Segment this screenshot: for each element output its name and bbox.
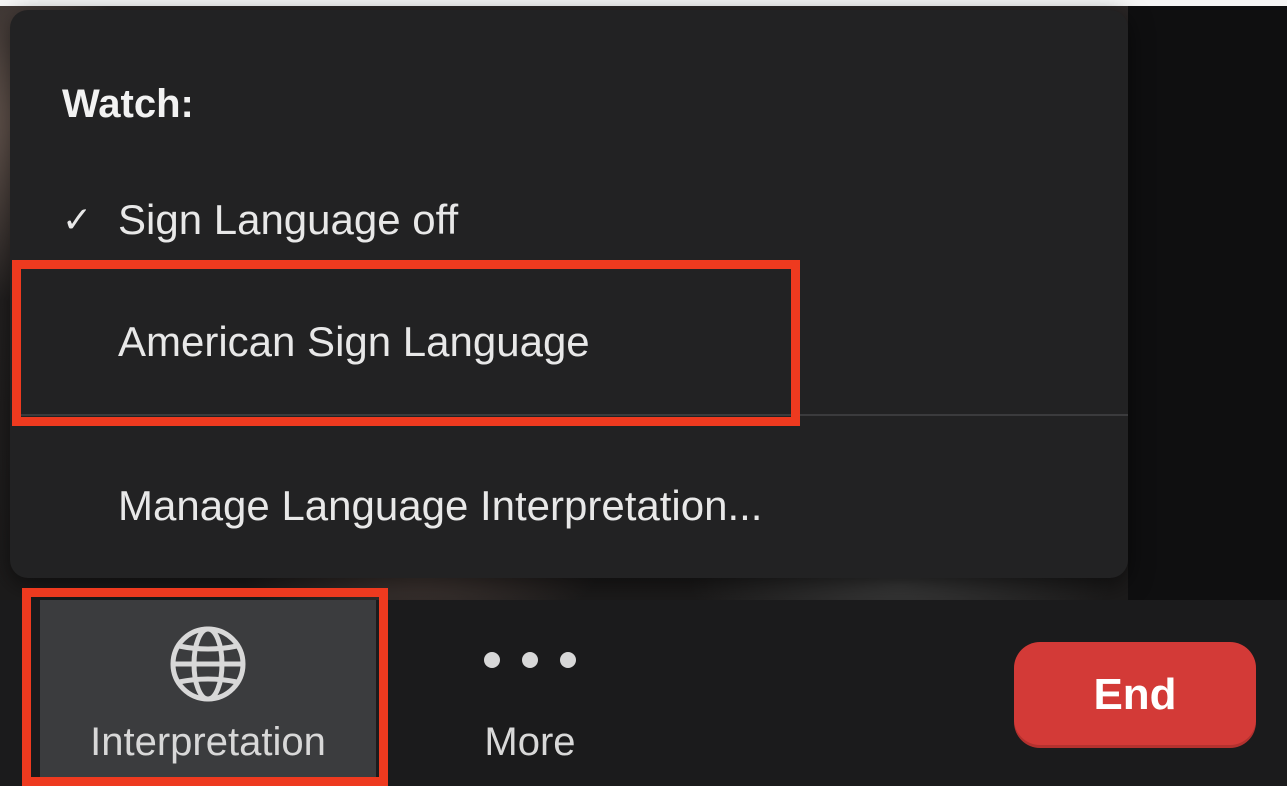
interpretation-button[interactable]: Interpretation <box>40 600 376 786</box>
menu-item-label: American Sign Language <box>118 318 590 365</box>
menu-header-watch: Watch: <box>62 82 194 126</box>
window-top-edge <box>0 0 1287 6</box>
meeting-window: Watch: ✓ Sign Language off American Sign… <box>0 0 1287 786</box>
more-label: More <box>484 720 576 764</box>
end-meeting-button[interactable]: End <box>1014 642 1256 748</box>
more-dots-icon <box>484 652 576 668</box>
checkmark-icon: ✓ <box>62 199 93 240</box>
menu-item-label: Sign Language off <box>118 196 459 243</box>
globe-icon <box>166 622 250 711</box>
interpretation-label: Interpretation <box>90 720 326 764</box>
video-tile-dark <box>1128 0 1287 600</box>
more-button[interactable]: More <box>420 600 640 786</box>
interpretation-menu: Watch: ✓ Sign Language off American Sign… <box>10 10 1128 578</box>
menu-separator <box>20 414 1128 416</box>
menu-item-american-sign-language[interactable]: American Sign Language <box>10 294 1128 390</box>
menu-item-sign-language-off[interactable]: ✓ Sign Language off <box>10 172 1128 268</box>
menu-item-manage-language-interpretation[interactable]: Manage Language Interpretation... <box>10 458 1128 554</box>
menu-item-label: Manage Language Interpretation... <box>118 482 763 529</box>
